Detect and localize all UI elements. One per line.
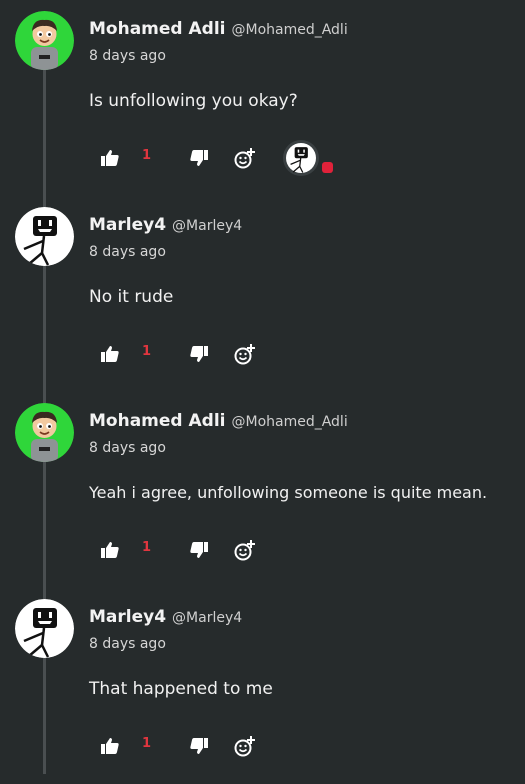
thumbs-down-icon bbox=[190, 542, 208, 558]
comment: Marley4 @Marley4 8 days ago No it rude 1 bbox=[0, 196, 525, 392]
comment-text: Is unfollowing you okay? bbox=[89, 91, 298, 111]
thumbs-down-icon bbox=[190, 346, 208, 362]
like-button[interactable] bbox=[98, 146, 122, 170]
add-emoji-icon bbox=[234, 736, 255, 757]
thumbs-up-icon bbox=[101, 738, 119, 754]
like-button[interactable] bbox=[98, 538, 122, 562]
comment: Mohamed Adli @Mohamed_Adli 8 days ago Is … bbox=[0, 0, 525, 196]
comment-text: No it rude bbox=[89, 287, 174, 307]
thumbs-down-icon bbox=[190, 738, 208, 754]
comment-author: Marley4 @Marley4 bbox=[89, 215, 242, 235]
comment-text: That happened to me bbox=[89, 679, 273, 699]
like-count: 1 bbox=[142, 148, 152, 163]
comment-author: Mohamed Adli @Mohamed_Adli bbox=[89, 19, 348, 39]
add-emoji-icon bbox=[234, 344, 255, 365]
thumbs-down-icon bbox=[190, 150, 208, 166]
thumbs-up-icon bbox=[101, 346, 119, 362]
cartoon-boy-avatar-icon bbox=[15, 11, 74, 70]
author-handle[interactable]: @Mohamed_Adli bbox=[231, 22, 347, 38]
comment-timestamp: 8 days ago bbox=[89, 244, 166, 260]
add-reaction-button[interactable] bbox=[233, 538, 257, 562]
comment-timestamp: 8 days ago bbox=[89, 636, 166, 652]
dislike-button[interactable] bbox=[187, 734, 211, 758]
like-count: 1 bbox=[142, 736, 152, 751]
author-handle[interactable]: @Marley4 bbox=[172, 610, 242, 626]
dislike-button[interactable] bbox=[187, 146, 211, 170]
thumbs-up-icon bbox=[101, 542, 119, 558]
author-name[interactable]: Mohamed Adli bbox=[89, 19, 225, 39]
add-emoji-icon bbox=[234, 540, 255, 561]
comment-actions: 1 bbox=[0, 532, 525, 568]
creator-reaction-badge[interactable] bbox=[283, 140, 319, 176]
like-count: 1 bbox=[142, 540, 152, 555]
add-reaction-button[interactable] bbox=[233, 146, 257, 170]
comment-text: Yeah i agree, unfollowing someone is qui… bbox=[89, 483, 488, 502]
author-handle[interactable]: @Marley4 bbox=[172, 218, 242, 234]
comment-author: Mohamed Adli @Mohamed_Adli bbox=[89, 411, 348, 431]
avatar[interactable] bbox=[15, 207, 74, 266]
comment-actions: 1 bbox=[0, 728, 525, 764]
comment-author: Marley4 @Marley4 bbox=[89, 607, 242, 627]
thumbs-up-icon bbox=[101, 150, 119, 166]
author-name[interactable]: Marley4 bbox=[89, 215, 166, 235]
avatar[interactable] bbox=[15, 11, 74, 70]
comment-timestamp: 8 days ago bbox=[89, 440, 166, 456]
author-handle[interactable]: @Mohamed_Adli bbox=[231, 414, 347, 430]
avatar[interactable] bbox=[15, 403, 74, 462]
comment: Marley4 @Marley4 8 days ago That happened… bbox=[0, 588, 525, 784]
like-button[interactable] bbox=[98, 342, 122, 366]
comment-actions: 1 bbox=[0, 140, 525, 176]
author-name[interactable]: Mohamed Adli bbox=[89, 411, 225, 431]
author-name[interactable]: Marley4 bbox=[89, 607, 166, 627]
dislike-button[interactable] bbox=[187, 342, 211, 366]
cartoon-boy-avatar-icon bbox=[15, 403, 74, 462]
add-reaction-button[interactable] bbox=[233, 342, 257, 366]
heart-icon bbox=[322, 162, 333, 173]
comment: Mohamed Adli @Mohamed_Adli 8 days ago Yea… bbox=[0, 392, 525, 588]
stickman-avatar-icon bbox=[286, 143, 316, 173]
stickman-avatar-icon bbox=[15, 599, 74, 658]
add-reaction-button[interactable] bbox=[233, 734, 257, 758]
add-emoji-icon bbox=[234, 148, 255, 169]
comment-timestamp: 8 days ago bbox=[89, 48, 166, 64]
stickman-avatar-icon bbox=[15, 207, 74, 266]
comment-actions: 1 bbox=[0, 336, 525, 372]
like-count: 1 bbox=[142, 344, 152, 359]
dislike-button[interactable] bbox=[187, 538, 211, 562]
avatar[interactable] bbox=[15, 599, 74, 658]
like-button[interactable] bbox=[98, 734, 122, 758]
